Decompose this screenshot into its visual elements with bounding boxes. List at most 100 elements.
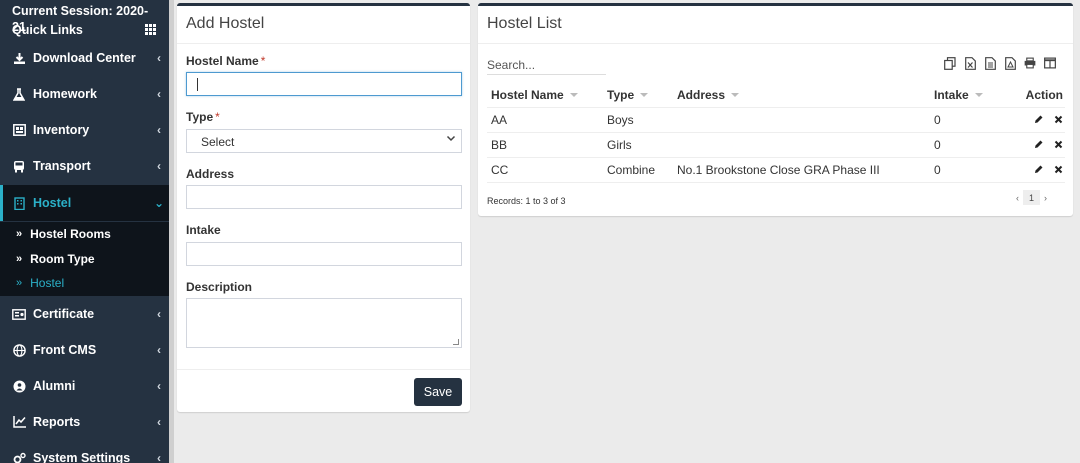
- chevron-down-icon: [446, 133, 456, 146]
- next-page-button[interactable]: ›: [1044, 193, 1047, 203]
- chevron-down-icon: ⌄: [153, 196, 165, 210]
- previous-page-button[interactable]: ‹: [1016, 193, 1019, 203]
- description-textarea[interactable]: [186, 298, 462, 348]
- edit-icon[interactable]: [1034, 163, 1044, 177]
- pagination: ‹ 1 ›: [1016, 190, 1047, 205]
- download-icon: [12, 51, 26, 65]
- delete-icon[interactable]: [1054, 163, 1063, 177]
- sidebar-item-label: Inventory: [33, 123, 90, 137]
- cell-address: No.1 Brookstone Close GRA Phase III: [677, 163, 880, 177]
- chevron-left-icon: ‹: [157, 415, 161, 429]
- subitem-label: Hostel Rooms: [30, 227, 111, 242]
- sort-icon: [569, 93, 578, 98]
- sidebar-item-label: Download Center: [33, 51, 136, 65]
- sidebar-item-reports[interactable]: Reports ‹: [0, 404, 169, 440]
- required-mark: *: [215, 110, 220, 124]
- sidebar-item-label: Certificate: [33, 307, 95, 321]
- print-icon[interactable]: [1024, 56, 1036, 70]
- column-header-type[interactable]: Type: [607, 88, 677, 102]
- chevron-left-icon: ‹: [157, 343, 161, 357]
- intake-input[interactable]: [186, 242, 462, 266]
- certificate-icon: [12, 307, 26, 321]
- column-header-action: Action: [1025, 87, 1063, 102]
- quick-links[interactable]: Quick Links: [0, 20, 169, 39]
- pdf-icon[interactable]: [1004, 56, 1016, 70]
- columns-icon[interactable]: [1044, 56, 1056, 70]
- hostel-name-input[interactable]: [186, 72, 462, 96]
- sidebar-item-system-settings[interactable]: System Settings ‹: [0, 440, 169, 463]
- column-header-label: Intake: [934, 87, 969, 102]
- save-button[interactable]: Save: [414, 378, 462, 406]
- copy-icon[interactable]: [944, 56, 956, 70]
- cell-intake: 0: [934, 113, 941, 127]
- type-label: Type *: [186, 110, 220, 124]
- chevron-left-icon: ‹: [157, 451, 161, 463]
- column-header-intake[interactable]: Intake: [934, 88, 1014, 102]
- column-header-address[interactable]: Address: [677, 88, 934, 102]
- sidebar: Current Session: 2020-21 Quick Links Dow…: [0, 0, 169, 463]
- sidebar-item-label: System Settings: [33, 451, 131, 463]
- excel-icon[interactable]: [964, 56, 976, 70]
- sidebar-item-alumni[interactable]: Alumni ‹: [0, 368, 169, 404]
- quick-links-label: Quick Links: [12, 22, 83, 37]
- hostel-name-label: Hostel Name *: [186, 54, 265, 68]
- csv-icon[interactable]: [984, 56, 996, 70]
- sort-icon: [640, 93, 649, 98]
- column-header-label: Address: [677, 87, 726, 102]
- flask-icon: [12, 87, 26, 101]
- table-row: BB Girls 0: [487, 133, 1065, 158]
- edit-icon[interactable]: [1034, 138, 1044, 152]
- sidebar-item-certificate[interactable]: Certificate ‹: [0, 296, 169, 332]
- chevron-left-icon: ‹: [157, 87, 161, 101]
- sidebar-item-label: Homework: [33, 87, 97, 101]
- sidebar-item-inventory[interactable]: Inventory ‹: [0, 112, 169, 148]
- sidebar-subitem-hostel-rooms[interactable]: » Hostel Rooms: [0, 222, 169, 247]
- sidebar-scrollbar[interactable]: [169, 0, 174, 463]
- chevron-left-icon: ‹: [157, 123, 161, 137]
- sidebar-item-download-center[interactable]: Download Center ‹: [0, 40, 169, 76]
- column-header-label: Hostel Name: [491, 87, 564, 102]
- sidebar-item-label: Alumni: [33, 379, 76, 393]
- records-info: Records: 1 to 3 of 3: [487, 196, 566, 206]
- edit-icon[interactable]: [1034, 113, 1044, 127]
- cell-intake: 0: [934, 138, 941, 152]
- globe-icon: [12, 343, 26, 357]
- building-icon: [12, 196, 26, 210]
- description-label: Description: [186, 280, 253, 294]
- current-session: Current Session: 2020-21: [12, 4, 149, 34]
- sidebar-item-label: Transport: [33, 159, 91, 173]
- address-input[interactable]: [186, 185, 462, 209]
- delete-icon[interactable]: [1054, 138, 1063, 152]
- grid-icon[interactable]: [145, 23, 157, 36]
- sort-icon: [974, 93, 983, 98]
- search-input[interactable]: Search...: [487, 55, 606, 75]
- gears-icon: [12, 451, 26, 463]
- column-header-label: Type: [607, 87, 635, 102]
- cell-intake: 0: [934, 163, 941, 177]
- sidebar-subitem-hostel[interactable]: » Hostel: [0, 271, 169, 296]
- sidebar-item-homework[interactable]: Homework ‹: [0, 76, 169, 112]
- subitem-label: Room Type: [30, 251, 95, 266]
- resize-handle[interactable]: [453, 339, 459, 345]
- intake-label: Intake: [186, 223, 221, 237]
- cell-hostel-name: BB: [491, 138, 508, 152]
- text-caret: [197, 78, 198, 91]
- hostel-table: Hostel Name Type Address Intake Action A…: [487, 82, 1065, 183]
- add-hostel-title: Add Hostel: [177, 6, 470, 44]
- type-select[interactable]: Select: [186, 129, 462, 153]
- column-header-hostel-name[interactable]: Hostel Name: [487, 88, 607, 102]
- add-hostel-panel: Add Hostel Hostel Name * Type * Select Add…: [177, 3, 470, 412]
- chevron-left-icon: ‹: [157, 51, 161, 65]
- cell-actions: [1014, 113, 1065, 127]
- sidebar-item-transport[interactable]: Transport ‹: [0, 148, 169, 184]
- page-number-button[interactable]: 1: [1023, 190, 1040, 205]
- table-header: Hostel Name Type Address Intake Action: [487, 82, 1065, 108]
- sidebar-item-front-cms[interactable]: Front CMS ‹: [0, 332, 169, 368]
- cell-type: Girls: [607, 138, 632, 152]
- sidebar-item-hostel[interactable]: Hostel ⌄: [0, 185, 169, 221]
- type-label-text: Type: [186, 110, 214, 124]
- delete-icon[interactable]: [1054, 113, 1063, 127]
- cell-actions: [1014, 138, 1065, 152]
- cell-hostel-name: AA: [491, 113, 508, 127]
- sidebar-subitem-room-type[interactable]: » Room Type: [0, 247, 169, 272]
